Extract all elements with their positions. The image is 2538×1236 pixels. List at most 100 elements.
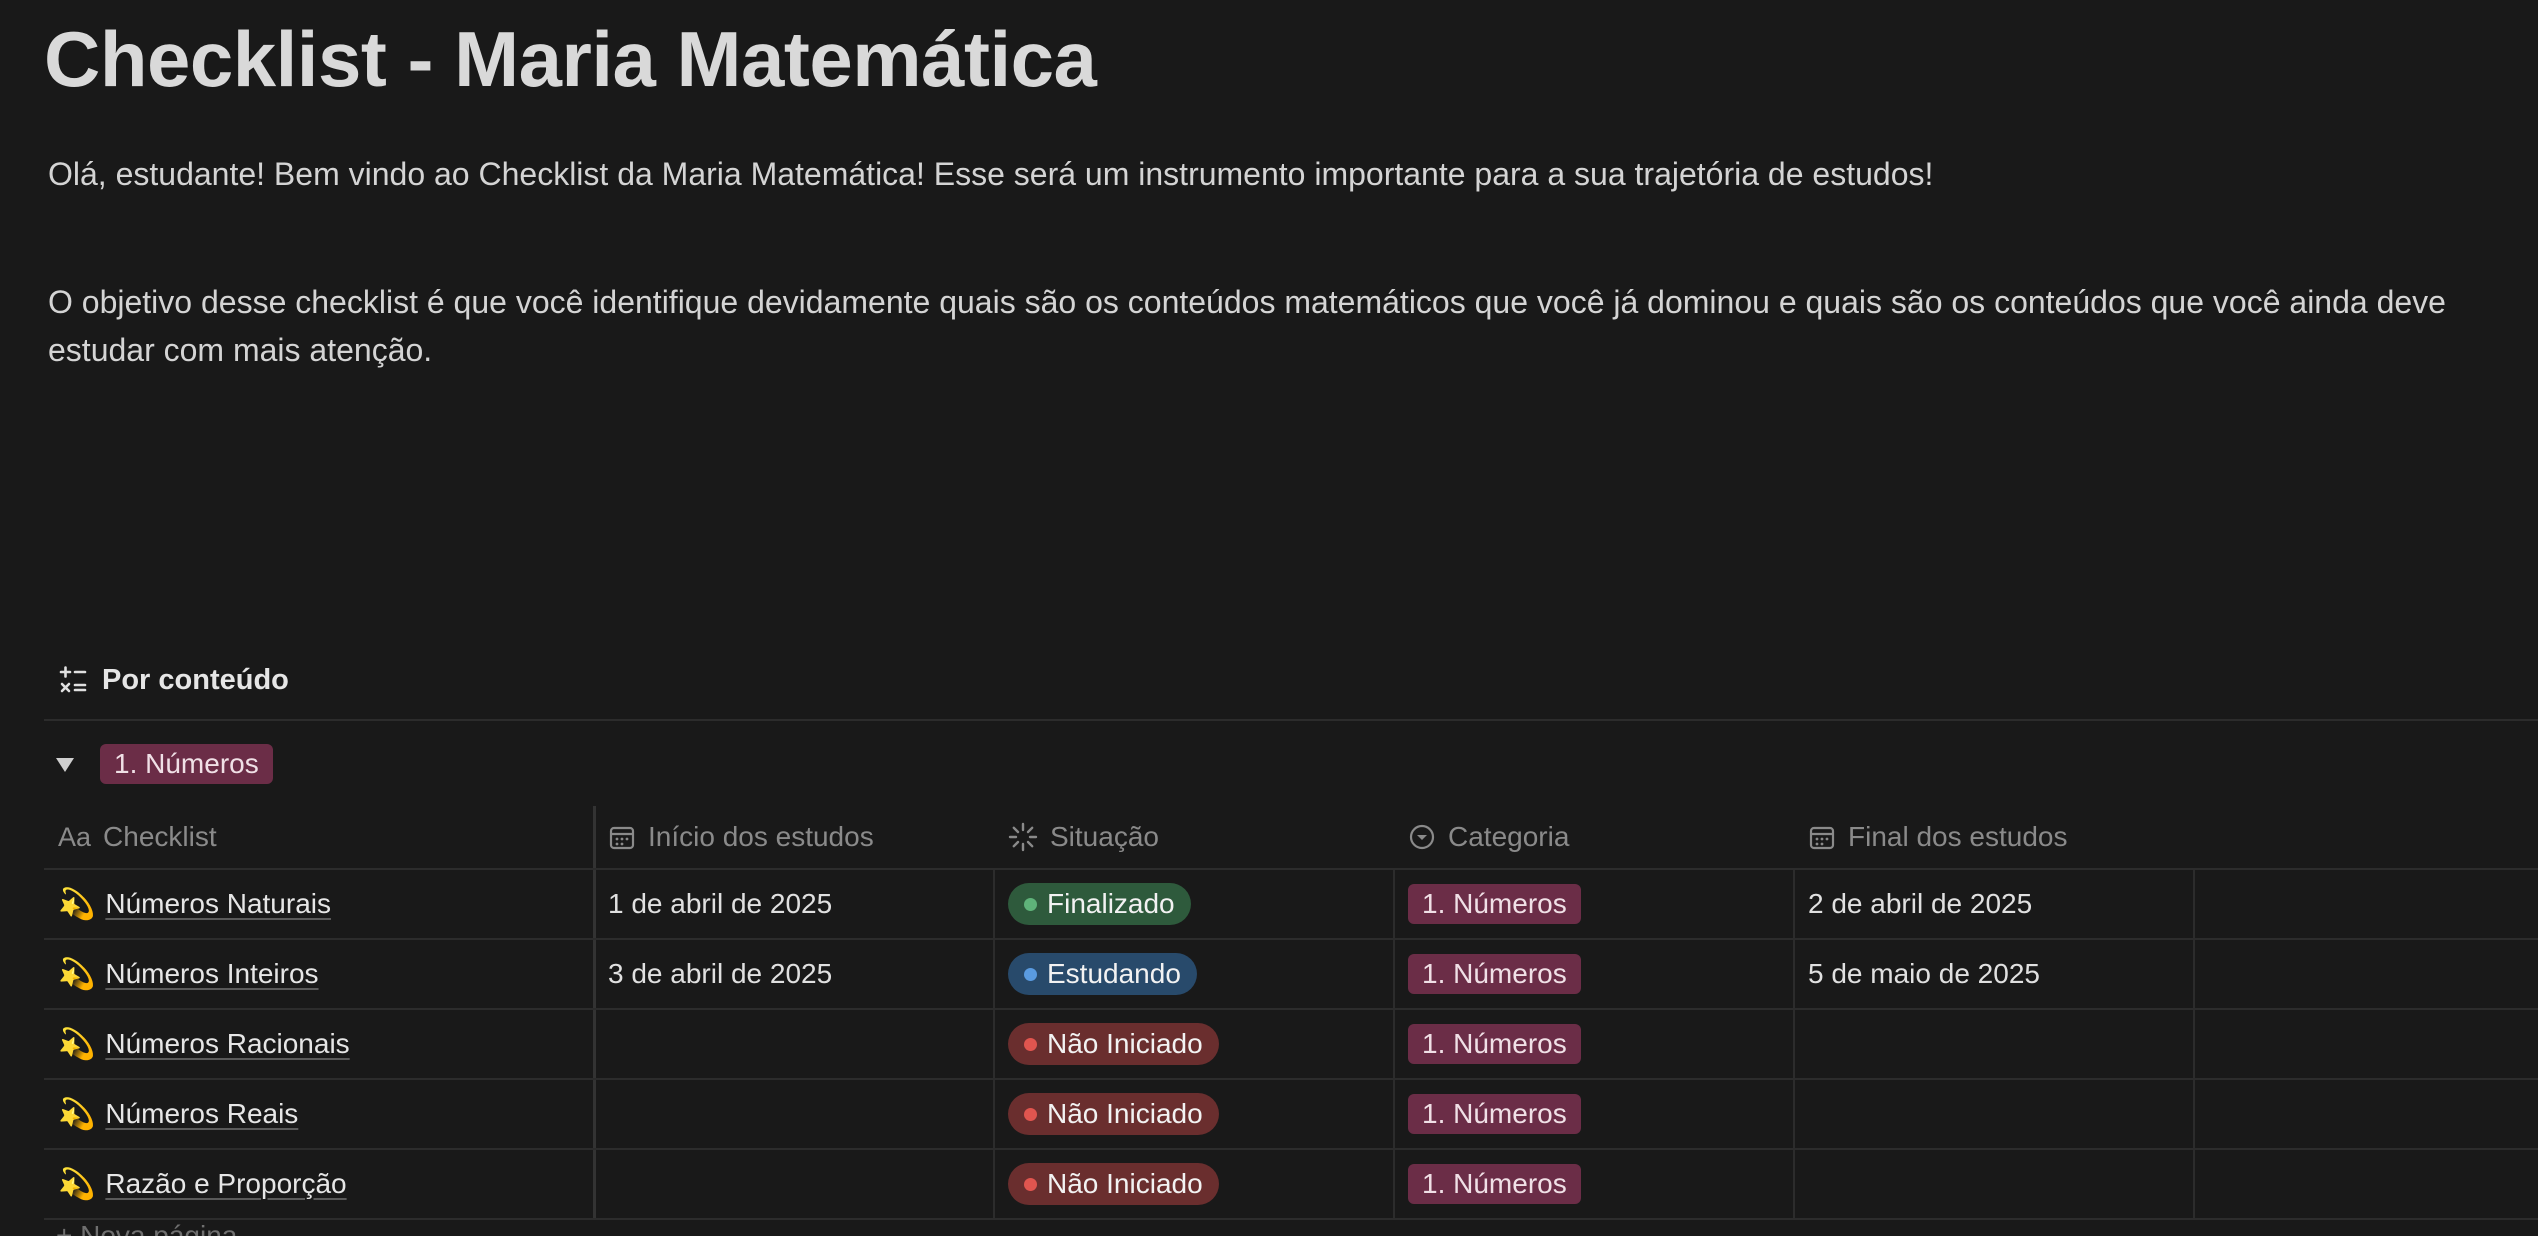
- status-cell[interactable]: Não Iniciado: [994, 1080, 1394, 1148]
- checklist-item-name[interactable]: Números Inteiros: [105, 958, 318, 990]
- column-divider: [1393, 870, 1395, 938]
- category-cell[interactable]: 1. Números: [1394, 1150, 1794, 1218]
- checklist-item-name[interactable]: Razão e Proporção: [105, 1168, 346, 1200]
- notion-page: Checklist - Maria Matemática Olá, estuda…: [0, 0, 2538, 1236]
- status-badge: Não Iniciado: [1008, 1023, 1219, 1065]
- dizzy-star-icon: 💫: [58, 957, 96, 991]
- column-divider: [1393, 1150, 1395, 1218]
- column-divider: [1393, 1080, 1395, 1148]
- table-row[interactable]: 💫 Números Reais Não Iniciado 1. Números: [44, 1080, 2538, 1150]
- column-divider: [1793, 1010, 1795, 1078]
- table-row[interactable]: 💫 Números Inteiros 3 de abril de 2025 Es…: [44, 940, 2538, 1010]
- column-divider: [993, 1080, 995, 1148]
- status-badge: Não Iniciado: [1008, 1163, 1219, 1205]
- status-label: Não Iniciado: [1047, 1098, 1203, 1129]
- status-cell[interactable]: Não Iniciado: [994, 1150, 1394, 1218]
- calculator-ops-icon: [58, 665, 88, 695]
- status-dot-icon: [1024, 967, 1037, 981]
- empty-cell[interactable]: [2194, 1150, 2538, 1218]
- column-divider: [593, 1150, 596, 1218]
- status-cell[interactable]: Estudando: [994, 940, 1394, 1008]
- loading-spinner-icon: [1008, 822, 1038, 852]
- column-divider[interactable]: [593, 806, 596, 868]
- table-row[interactable]: 💫 Números Racionais Não Iniciado 1. Núme…: [44, 1010, 2538, 1080]
- dizzy-star-icon: 💫: [58, 1167, 96, 1201]
- objective-paragraph: O objetivo desse checklist é que você id…: [48, 284, 2446, 368]
- end-date: 5 de maio de 2025: [1808, 958, 2040, 989]
- table-row[interactable]: 💫 Razão e Proporção Não Iniciado 1. Núme…: [44, 1150, 2538, 1220]
- category-cell[interactable]: 1. Números: [1394, 870, 1794, 938]
- end-date: 2 de abril de 2025: [1808, 888, 2033, 919]
- checklist-item-name[interactable]: Números Reais: [105, 1098, 298, 1130]
- empty-cell[interactable]: [2194, 1080, 2538, 1148]
- checklist-cell[interactable]: 💫 Números Reais: [44, 1080, 594, 1148]
- column-header-status[interactable]: Situação: [994, 806, 1394, 868]
- status-badge: Estudando: [1008, 953, 1197, 995]
- end-date-cell[interactable]: [1794, 1080, 2194, 1148]
- start-date-cell[interactable]: 3 de abril de 2025: [594, 940, 994, 1008]
- dizzy-star-icon: 💫: [58, 1097, 96, 1131]
- column-divider: [993, 1010, 995, 1078]
- checklist-cell[interactable]: 💫 Números Naturais: [44, 870, 594, 938]
- column-divider: [993, 870, 995, 938]
- category-tag: 1. Números: [1408, 1164, 1581, 1204]
- column-header-checklist[interactable]: Aa Checklist: [44, 806, 594, 868]
- table-body: 💫 Números Naturais 1 de abril de 2025 Fi…: [44, 870, 2538, 1220]
- category-cell[interactable]: 1. Números: [1394, 1010, 1794, 1078]
- new-page-button[interactable]: + Nova página: [56, 1220, 237, 1236]
- category-tag: 1. Números: [1408, 954, 1581, 994]
- end-date-cell[interactable]: [1794, 1150, 2194, 1218]
- group-header[interactable]: 1. Números: [56, 742, 273, 786]
- category-tag: 1. Números: [1408, 884, 1581, 924]
- status-dot-icon: [1024, 897, 1037, 911]
- column-divider: [1793, 1150, 1795, 1218]
- page-title: Checklist - Maria Matemática: [44, 15, 1097, 103]
- checklist-table: Aa Checklist Início dos estudos Situação: [44, 806, 2538, 1220]
- status-dot-icon: [1024, 1037, 1037, 1051]
- start-date-cell[interactable]: [594, 1010, 994, 1078]
- status-dot-icon: [1024, 1177, 1037, 1191]
- end-date-cell[interactable]: [1794, 1010, 2194, 1078]
- column-divider: [593, 870, 596, 938]
- view-tab-por-conteudo[interactable]: Por conteúdo: [58, 656, 289, 704]
- view-divider: [44, 719, 2538, 721]
- checklist-cell[interactable]: 💫 Números Inteiros: [44, 940, 594, 1008]
- status-badge: Finalizado: [1008, 883, 1191, 925]
- calendar-icon: [1808, 823, 1836, 851]
- column-divider: [993, 1150, 995, 1218]
- intro-paragraph: Olá, estudante! Bem vindo ao Checklist d…: [48, 156, 1934, 192]
- column-divider: [2193, 940, 2195, 1008]
- start-date: 1 de abril de 2025: [608, 888, 833, 919]
- checklist-cell[interactable]: 💫 Razão e Proporção: [44, 1150, 594, 1218]
- column-divider: [593, 940, 596, 1008]
- end-date-cell[interactable]: 5 de maio de 2025: [1794, 940, 2194, 1008]
- empty-cell[interactable]: [2194, 1010, 2538, 1078]
- column-header-end[interactable]: Final dos estudos: [1794, 806, 2194, 868]
- caret-down-icon[interactable]: [56, 758, 74, 772]
- start-date-cell[interactable]: [594, 1150, 994, 1218]
- column-divider: [1393, 940, 1395, 1008]
- status-label: Não Iniciado: [1047, 1028, 1203, 1059]
- column-header-category[interactable]: Categoria: [1394, 806, 1794, 868]
- column-header-start[interactable]: Início dos estudos: [594, 806, 994, 868]
- status-cell[interactable]: Finalizado: [994, 870, 1394, 938]
- empty-cell[interactable]: [2194, 870, 2538, 938]
- checklist-item-name[interactable]: Números Racionais: [105, 1028, 349, 1060]
- status-cell[interactable]: Não Iniciado: [994, 1010, 1394, 1078]
- category-cell[interactable]: 1. Números: [1394, 1080, 1794, 1148]
- category-tag: 1. Números: [1408, 1024, 1581, 1064]
- column-divider: [2193, 1010, 2195, 1078]
- empty-cell[interactable]: [2194, 940, 2538, 1008]
- text-type-icon: Aa: [58, 821, 92, 852]
- checklist-cell[interactable]: 💫 Números Racionais: [44, 1010, 594, 1078]
- status-label: Estudando: [1047, 958, 1181, 989]
- start-date-cell[interactable]: 1 de abril de 2025: [594, 870, 994, 938]
- end-date-cell[interactable]: 2 de abril de 2025: [1794, 870, 2194, 938]
- start-date-cell[interactable]: [594, 1080, 994, 1148]
- dizzy-star-icon: 💫: [58, 1027, 96, 1061]
- checklist-item-name[interactable]: Números Naturais: [105, 888, 331, 920]
- status-badge: Não Iniciado: [1008, 1093, 1219, 1135]
- column-label: Situação: [1050, 821, 1159, 852]
- table-row[interactable]: 💫 Números Naturais 1 de abril de 2025 Fi…: [44, 870, 2538, 940]
- category-cell[interactable]: 1. Números: [1394, 940, 1794, 1008]
